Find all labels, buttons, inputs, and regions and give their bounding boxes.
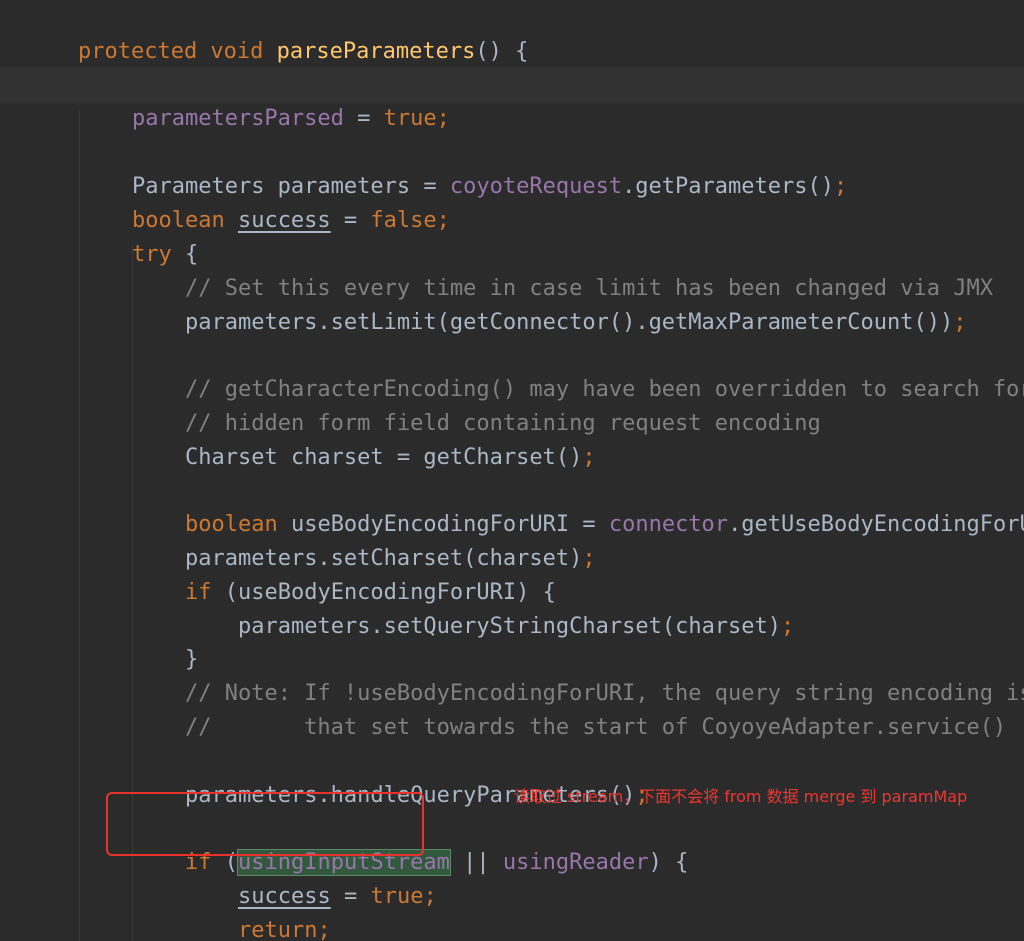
code-text: parameters.setLimit(getConnector().getMa…: [184, 310, 954, 335]
code-text: .getUseBodyEncodingForURI(: [728, 512, 1024, 537]
operator: =: [343, 106, 384, 131]
keyword: protected void: [77, 39, 277, 64]
semicolon: ;: [833, 174, 848, 199]
code-line-5[interactable]: try {: [79, 204, 198, 267]
field-name: coyoteRequest: [449, 174, 623, 199]
code-line-1[interactable]: protected void parseParameters() {: [25, 1, 528, 64]
operator: =: [330, 884, 371, 909]
code-line-11[interactable]: boolean useBodyEncodingForURI = connecto…: [132, 474, 1024, 537]
code-line-3[interactable]: Parameters parameters = coyoteRequest.ge…: [79, 136, 847, 199]
field-name: usingReader: [502, 850, 649, 875]
semicolon: ;: [317, 918, 331, 941]
variable-name: success: [237, 208, 331, 233]
code-text: parameters.setQueryStringCharset(charset…: [237, 614, 782, 639]
code-line-6[interactable]: // Set this every time in case limit has…: [132, 238, 993, 301]
semicolon: ;: [582, 546, 596, 571]
code-line-21[interactable]: return;: [185, 880, 331, 941]
operator: =: [330, 208, 371, 233]
punctuation: ) {: [648, 850, 689, 875]
semicolon: ;: [436, 208, 450, 233]
code-line-7[interactable]: parameters.setLimit(getConnector().getMa…: [132, 272, 966, 335]
punctuation: () {: [475, 39, 529, 64]
method-name: parseParameters: [276, 39, 476, 64]
field-name: parametersParsed: [131, 106, 344, 131]
semicolon: ;: [436, 106, 450, 131]
code-line-14[interactable]: parameters.setQueryStringCharset(charset…: [185, 576, 794, 639]
code-line-9[interactable]: // hidden form field containing request …: [132, 373, 821, 436]
keyword: true: [370, 884, 424, 909]
code-text: Charset charset = getCharset(): [184, 445, 583, 470]
code-line-12[interactable]: parameters.setCharset(charset);: [132, 508, 596, 571]
code-line-16[interactable]: // Note: If !useBodyEncodingForURI, the …: [132, 643, 1024, 706]
semicolon: ;: [953, 310, 967, 335]
semicolon: ;: [781, 614, 795, 639]
annotation-highlight-box: [106, 792, 424, 856]
keyword: true: [383, 106, 437, 131]
code-line-18[interactable]: parameters.handleQueryParameters();: [132, 745, 649, 808]
code-line-13[interactable]: if (useBodyEncodingForURI) {: [132, 542, 556, 605]
semicolon: ;: [582, 445, 596, 470]
code-line-22[interactable]: }: [132, 913, 198, 941]
semicolon: ;: [423, 884, 437, 909]
field-name: connector: [608, 512, 729, 537]
code-editor[interactable]: protected void parseParameters() { param…: [0, 0, 1024, 941]
operator: ||: [449, 850, 503, 875]
comment: // that set towards the start of CoyoyeA…: [184, 715, 1007, 740]
keyword: false: [370, 208, 437, 233]
code-line-4[interactable]: boolean success = false;: [79, 170, 450, 233]
code-line-2[interactable]: parametersParsed = true;: [79, 68, 450, 131]
code-line-15[interactable]: }: [132, 609, 198, 672]
code-text: .getParameters(): [622, 174, 834, 199]
code-line-10[interactable]: Charset charset = getCharset();: [132, 407, 596, 470]
keyword: return: [237, 918, 318, 941]
annotation-note: 读取过 stream，下面不会将 from 数据 merge 到 paramMa…: [514, 787, 968, 806]
code-line-8[interactable]: // getCharacterEncoding() may have been …: [132, 339, 1024, 402]
code-line-17[interactable]: // that set towards the start of CoyoyeA…: [132, 677, 1006, 740]
